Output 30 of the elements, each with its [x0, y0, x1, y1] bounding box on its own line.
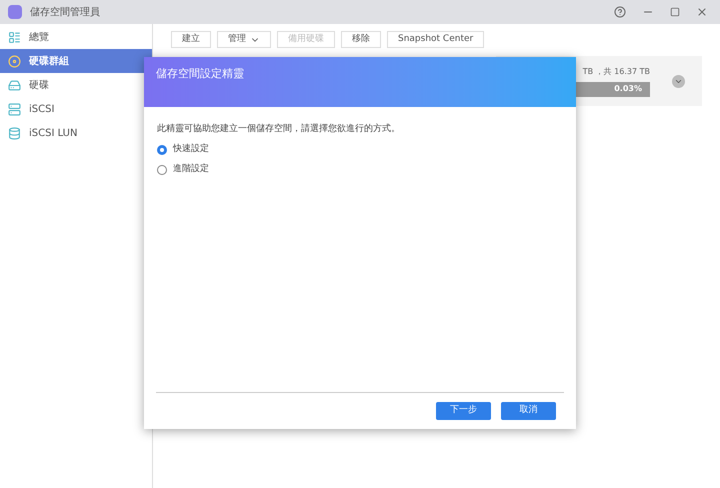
database-icon: [8, 126, 21, 140]
expand-button[interactable]: [672, 74, 685, 88]
usage-percent: 0.03%: [614, 83, 642, 95]
window-title: 儲存空間管理員: [30, 6, 100, 20]
radio-button[interactable]: [157, 164, 167, 174]
app-icon: [8, 5, 22, 19]
radio-option[interactable]: 進階設定: [157, 162, 563, 176]
dialog-button[interactable]: 下一步: [436, 402, 491, 420]
radio-option[interactable]: 快速設定: [157, 142, 563, 156]
toolbar-button[interactable]: Snapshot Center: [387, 31, 484, 48]
help-icon[interactable]: [614, 6, 626, 18]
sidebar-item[interactable]: 硬碟群組: [0, 49, 152, 73]
list-icon: [8, 30, 21, 44]
dialog-description: 此精靈可協助您建立一個儲存空間，請選擇您欲進行的方式。: [157, 123, 401, 136]
toolbar-button[interactable]: 管理: [217, 31, 271, 48]
server-icon: [8, 102, 21, 116]
sidebar-item[interactable]: 硬碟: [0, 73, 152, 97]
dialog-button[interactable]: 取消: [501, 402, 556, 420]
radio-button[interactable]: [157, 144, 167, 154]
capacity-text: TB ，共 16.37 TB: [582, 66, 650, 78]
toolbar-button[interactable]: 建立: [171, 31, 211, 48]
disc-icon: [8, 54, 21, 68]
sidebar-item[interactable]: 總覽: [0, 25, 152, 49]
toolbar-button[interactable]: 移除: [341, 31, 381, 48]
sidebar-item[interactable]: iSCSI LUN: [0, 121, 152, 145]
close-icon[interactable]: [696, 6, 708, 18]
maximize-icon[interactable]: [670, 7, 680, 17]
sidebar-item[interactable]: iSCSI: [0, 97, 152, 121]
dialog-title: 儲存空間設定精靈: [156, 67, 244, 80]
drive-icon: [8, 78, 21, 92]
